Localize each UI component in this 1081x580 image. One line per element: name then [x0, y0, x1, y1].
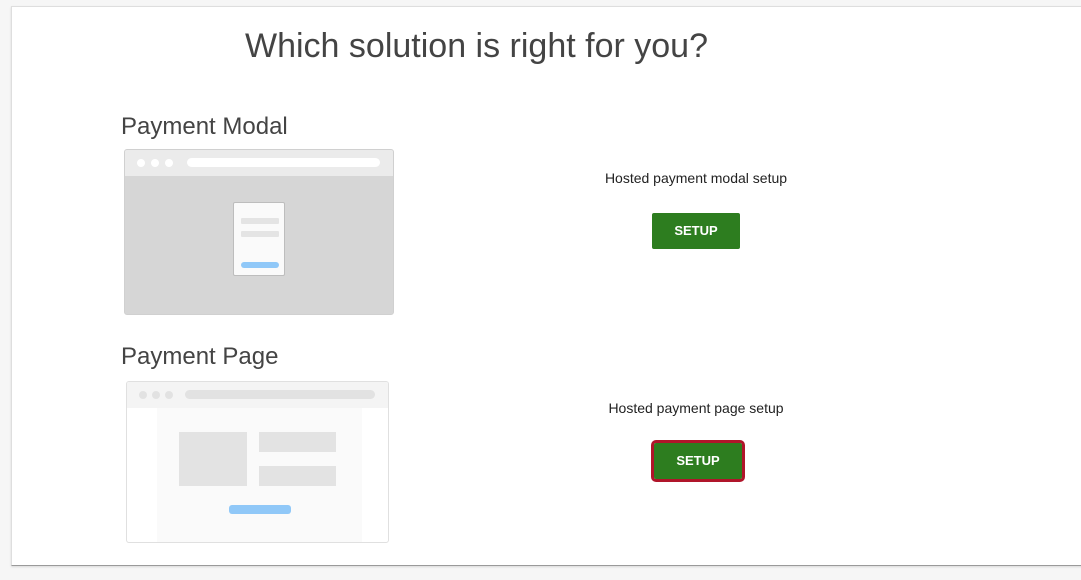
- section-title-payment-modal: Payment Modal: [121, 113, 288, 140]
- payment-modal-illustration: [124, 149, 394, 315]
- modal-text-line: [241, 231, 279, 237]
- browser-dot: [137, 159, 145, 167]
- page-text-block: [259, 432, 336, 452]
- browser-dot: [139, 391, 147, 399]
- page-title: Which solution is right for you?: [245, 27, 708, 65]
- section-title-payment-page: Payment Page: [121, 343, 279, 370]
- page-pay-button: [229, 505, 291, 514]
- browser-url-bar: [185, 390, 375, 399]
- page-content: [157, 408, 362, 542]
- modal-text-line: [241, 218, 279, 224]
- payment-page-description: Hosted payment page setup: [608, 400, 784, 416]
- browser-dot: [152, 391, 160, 399]
- browser-url-bar: [187, 158, 380, 167]
- browser-bar: [127, 382, 388, 408]
- browser-dot: [165, 159, 173, 167]
- payment-modal-setup-button[interactable]: SETUP: [652, 213, 740, 249]
- browser-dot: [165, 391, 173, 399]
- browser-dot: [151, 159, 159, 167]
- payment-modal-description: Hosted payment modal setup: [604, 170, 788, 186]
- solution-card: Which solution is right for you? Payment…: [11, 6, 1081, 566]
- payment-page-illustration: [126, 381, 389, 543]
- browser-bar: [125, 150, 393, 176]
- page-image-block: [179, 432, 247, 486]
- modal-window: [233, 202, 285, 276]
- modal-pay-button: [241, 262, 279, 268]
- payment-page-setup-button[interactable]: SETUP: [651, 440, 745, 482]
- page-text-block: [259, 466, 336, 486]
